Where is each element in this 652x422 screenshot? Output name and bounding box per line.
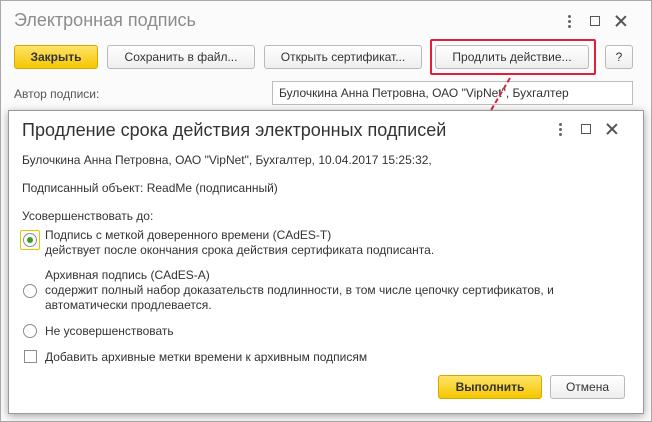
maximize-icon xyxy=(581,124,591,134)
radio-cades-t[interactable] xyxy=(23,233,37,247)
option-cades-t[interactable]: Подпись с меткой доверенного времени (CA… xyxy=(23,228,434,258)
option-cades-a-desc2: автоматически продлевается. xyxy=(45,298,212,312)
close-button[interactable]: Закрыть xyxy=(14,45,98,69)
dialog-title: Продление срока действия электронных под… xyxy=(22,120,447,140)
maximize-icon xyxy=(590,16,600,26)
option-no-improve-title: Не усовершенствовать xyxy=(45,324,174,338)
vertical-dots-icon xyxy=(567,14,571,28)
signer-info: Булочкина Анна Петровна, ОАО "VipNet", Б… xyxy=(22,153,432,167)
vertical-dots-icon xyxy=(558,122,562,136)
window-controls xyxy=(556,11,634,31)
signed-object-label: Подписанный объект: xyxy=(22,181,144,195)
option-cades-t-desc: действует после окончания срока действия… xyxy=(45,243,435,257)
dialog-controls xyxy=(547,119,625,139)
cancel-button[interactable]: Отмена xyxy=(550,375,625,399)
dialog-more-button[interactable] xyxy=(547,119,573,139)
extend-button-highlight xyxy=(430,39,596,75)
extend-signature-dialog: Продление срока действия электронных под… xyxy=(8,110,644,414)
author-field[interactable]: Булочкина Анна Петровна, ОАО "VipNet", Б… xyxy=(272,81,633,105)
archive-timestamps-label: Добавить архивные метки времени к архивн… xyxy=(45,350,368,364)
signed-object-value: ReadMe (подписанный) xyxy=(146,181,278,195)
option-no-improve[interactable]: Не усовершенствовать xyxy=(23,324,174,339)
more-actions-button[interactable] xyxy=(556,11,582,31)
signed-object: Подписанный объект: ReadMe (подписанный) xyxy=(22,181,278,195)
close-icon xyxy=(606,123,618,135)
open-certificate-button[interactable]: Открыть сертификат... xyxy=(264,45,422,69)
improve-label: Усовершенствовать до: xyxy=(22,209,154,223)
dialog-maximize-button[interactable] xyxy=(573,119,599,139)
maximize-button[interactable] xyxy=(582,11,608,31)
execute-button[interactable]: Выполнить xyxy=(438,375,542,399)
radio-no-improve[interactable] xyxy=(23,324,37,338)
option-cades-a-title: Архивная подпись (CAdES-A) xyxy=(45,268,210,282)
archive-timestamps-checkbox[interactable] xyxy=(24,350,37,363)
radio-cades-a[interactable] xyxy=(23,284,37,298)
save-to-file-button[interactable]: Сохранить в файл... xyxy=(107,45,255,69)
author-label: Автор подписи: xyxy=(14,87,100,101)
dialog-close-button[interactable] xyxy=(599,119,625,139)
option-cades-a[interactable]: Архивная подпись (CAdES-A) содержит полн… xyxy=(23,268,554,313)
help-button[interactable]: ? xyxy=(605,45,633,69)
close-icon xyxy=(615,15,627,27)
archive-timestamps-option[interactable]: Добавить архивные метки времени к архивн… xyxy=(24,350,367,365)
close-window-button[interactable] xyxy=(608,11,634,31)
window-title: Электронная подпись xyxy=(14,10,196,30)
option-cades-a-desc: содержит полный набор доказательств подл… xyxy=(45,283,554,297)
option-cades-t-title: Подпись с меткой доверенного времени (CA… xyxy=(45,228,332,242)
